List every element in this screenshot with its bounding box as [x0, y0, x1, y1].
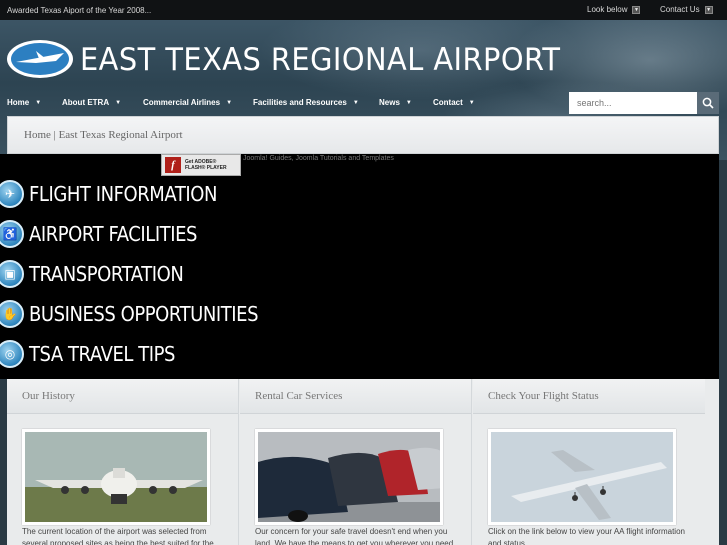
flash-badge-line2: FLASH® PLAYER — [185, 165, 227, 171]
nav-item-label: Contact — [433, 98, 463, 107]
wheelchair-icon: ♿ — [0, 220, 24, 248]
chevron-down-icon: ▼ — [226, 99, 233, 106]
nav-item-label: Home — [7, 98, 30, 107]
column-our-history: Our History The current location of the … — [7, 379, 239, 545]
flash-logo-icon: f — [165, 157, 181, 173]
nav-item-label: Facilities and Resources — [253, 98, 347, 107]
joomla-link[interactable]: Joomla! Guides, Joomla Tutorials and Tem… — [243, 155, 394, 162]
flash-badge-text: Get ADOBE® FLASH® PLAYER — [185, 159, 227, 171]
breadcrumb[interactable]: Home | East Texas Regional Airport — [24, 129, 183, 141]
flash-banner: f Get ADOBE® FLASH® PLAYER Joomla! Guide… — [0, 154, 719, 379]
chevron-down-icon: ▼ — [352, 99, 359, 106]
main-nav: Home ▼ About ETRA ▼ Commercial Airlines ▼ F… — [0, 96, 560, 110]
nav-item-contact[interactable]: Contact ▼ — [433, 98, 475, 107]
site-title[interactable]: EAST TEXAS REGIONAL AIRPORT — [80, 42, 561, 78]
look-below-label: Look below — [587, 5, 628, 14]
nav-item-home[interactable]: Home ▼ — [7, 98, 41, 107]
feature-airport-facilities[interactable]: ♿ AIRPORT FACILITIES — [0, 220, 216, 248]
search-button[interactable] — [697, 92, 719, 114]
top-bar: Awarded Texas Aiport of the Year 2008...… — [0, 0, 727, 20]
search-icon — [702, 97, 714, 109]
feature-business-opportunities[interactable]: ✋ BUSINESS OPPORTUNITIES — [0, 300, 284, 328]
handshake-icon: ✋ — [0, 300, 24, 328]
column-text: Our concern for your safe travel doesn't… — [255, 527, 454, 545]
column-text: The current location of the airport was … — [22, 527, 214, 545]
chevron-down-icon: ▼ — [704, 5, 713, 14]
column-heading[interactable]: Rental Car Services — [240, 379, 471, 414]
plane-icon: ✈ — [0, 180, 24, 208]
feature-label: TRANSPORTATION — [29, 262, 184, 286]
chevron-down-icon: ▼ — [468, 99, 475, 106]
award-announcement[interactable]: Awarded Texas Aiport of the Year 2008... — [7, 6, 151, 15]
binoculars-icon: ◎ — [0, 340, 24, 368]
feature-label: AIRPORT FACILITIES — [29, 222, 197, 246]
column-heading[interactable]: Our History — [7, 379, 238, 414]
feature-flight-information[interactable]: ✈ FLIGHT INFORMATION — [0, 180, 238, 208]
get-flash-player-button[interactable]: f Get ADOBE® FLASH® PLAYER — [161, 154, 241, 176]
search-box — [569, 92, 719, 114]
bus-icon: ▣ — [0, 260, 24, 288]
column-text: Click on the link below to view your AA … — [488, 527, 685, 545]
feature-label: FLIGHT INFORMATION — [29, 182, 217, 206]
look-below-dropdown[interactable]: Look below ▼ — [587, 5, 641, 14]
cargo-plane-photo[interactable] — [22, 429, 210, 525]
contact-us-label: Contact Us — [660, 5, 700, 14]
nav-item-facilities[interactable]: Facilities and Resources ▼ — [253, 98, 359, 107]
jet-landing-photo[interactable] — [488, 429, 676, 525]
feature-tsa-travel-tips[interactable]: ◎ TSA TRAVEL TIPS — [0, 340, 191, 368]
contact-us-dropdown[interactable]: Contact Us ▼ — [660, 5, 713, 14]
nav-item-label: News — [379, 98, 400, 107]
column-flight-status: Check Your Flight Status Click on the li… — [473, 379, 705, 545]
rental-cars-photo[interactable] — [255, 429, 443, 525]
feature-label: BUSINESS OPPORTUNITIES — [29, 302, 259, 326]
content-columns: Our History The current location of the … — [7, 379, 719, 545]
chevron-down-icon: ▼ — [405, 99, 412, 106]
nav-item-label: Commercial Airlines — [143, 98, 221, 107]
nav-item-label: About ETRA — [62, 98, 110, 107]
chevron-down-icon: ▼ — [115, 99, 122, 106]
search-input[interactable] — [569, 92, 697, 114]
airport-logo-icon[interactable] — [6, 39, 74, 79]
breadcrumb-bar: Home | East Texas Regional Airport — [7, 116, 719, 154]
chevron-down-icon: ▼ — [632, 5, 641, 14]
chevron-down-icon: ▼ — [35, 99, 42, 106]
nav-item-airlines[interactable]: Commercial Airlines ▼ — [143, 98, 232, 107]
column-rental-car: Rental Car Services Our concern for your… — [240, 379, 472, 545]
column-heading[interactable]: Check Your Flight Status — [473, 379, 705, 414]
feature-label: TSA TRAVEL TIPS — [29, 342, 175, 366]
nav-item-about[interactable]: About ETRA ▼ — [62, 98, 121, 107]
feature-transportation[interactable]: ▣ TRANSPORTATION — [0, 260, 201, 288]
nav-item-news[interactable]: News ▼ — [379, 98, 412, 107]
